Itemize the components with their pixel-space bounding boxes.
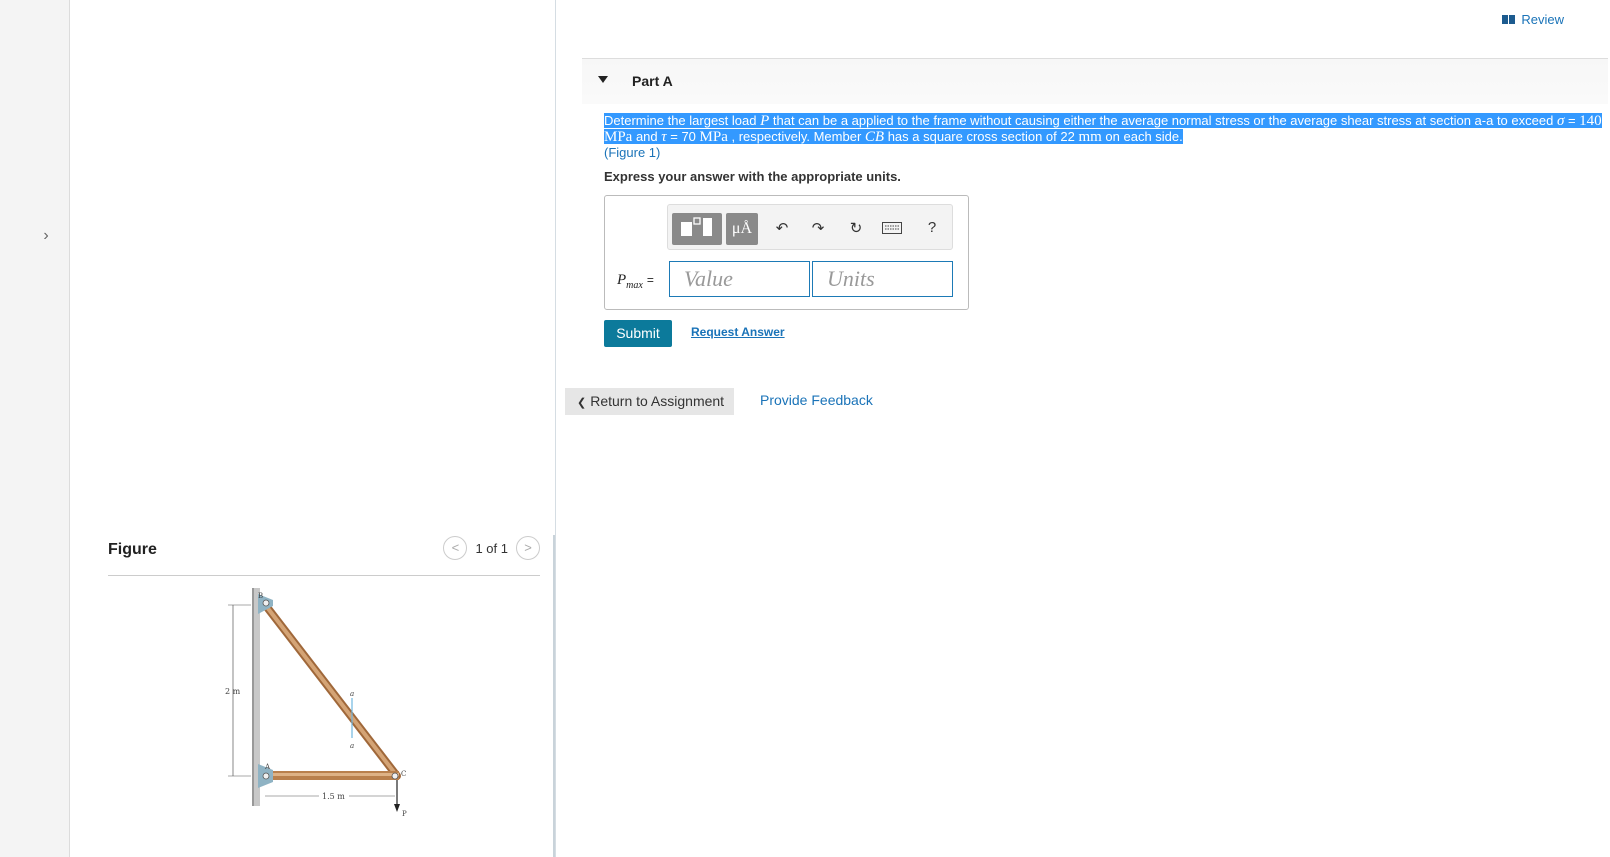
answer-label: Pmax = [617, 272, 654, 291]
review-link[interactable]: Review [1502, 12, 1564, 27]
return-to-assignment-button[interactable]: ❮ Return to Assignment [565, 388, 734, 415]
keyboard-icon[interactable] [882, 221, 902, 238]
undo-icon[interactable]: ↶ [772, 219, 792, 237]
problem-text: Determine the largest load P that can be… [604, 113, 1602, 145]
left-rail: › [0, 0, 70, 857]
figure-header: Figure < 1 of 1 > [108, 536, 540, 576]
chevron-right-icon[interactable]: › [36, 224, 56, 248]
figure-link[interactable]: (Figure 1) [604, 145, 1610, 161]
templates-button[interactable] [672, 213, 722, 245]
answer-box: μÅ ↶ ↷ ↻ ? Pmax = Value Units [604, 195, 969, 310]
reset-icon[interactable]: ↻ [846, 219, 866, 237]
pin-c [391, 772, 399, 780]
svg-text:C: C [401, 770, 406, 778]
figure-title: Figure [108, 541, 157, 558]
caret-down-icon[interactable] [598, 76, 608, 83]
height-label: 2 m [225, 687, 241, 696]
review-label: Review [1521, 12, 1564, 27]
part-header[interactable]: Part A [582, 58, 1608, 104]
figure-count: 1 of 1 [475, 540, 508, 556]
question-panel: Review Part A Determine the largest load… [556, 0, 1610, 857]
width-label: 1.5 m [322, 792, 345, 801]
svg-text:B: B [258, 592, 263, 600]
return-label: Return to Assignment [590, 393, 725, 409]
redo-icon[interactable]: ↷ [808, 219, 828, 237]
figure-prev-button[interactable]: < [443, 536, 468, 560]
templates-icon [681, 217, 712, 236]
svg-text:a: a [350, 690, 354, 698]
instruction-text: Express your answer with the appropriate… [604, 169, 901, 184]
math-toolbar: μÅ ↶ ↷ ↻ ? [667, 204, 953, 250]
units-button[interactable]: μÅ [726, 213, 758, 245]
units-input[interactable]: Units [812, 261, 953, 297]
panel-resize-handle[interactable] [553, 535, 555, 857]
figure-nav: < 1 of 1 > [443, 536, 540, 560]
part-title: Part A [632, 73, 673, 89]
provide-feedback-link[interactable]: Provide Feedback [760, 392, 873, 408]
chevron-left-icon: ❮ [577, 397, 587, 409]
figure-diagram: 2 m a a B A C P 1.5 m [225, 588, 407, 818]
book-icon [1502, 15, 1516, 24]
problem-statement: Determine the largest load P that can be… [604, 113, 1610, 161]
figure-next-button[interactable]: > [516, 536, 540, 560]
svg-text:A: A [264, 763, 271, 771]
svg-text:a: a [350, 742, 354, 750]
submit-button[interactable]: Submit [604, 320, 672, 347]
help-icon[interactable]: ? [922, 219, 942, 236]
value-input[interactable]: Value [669, 261, 810, 297]
svg-text:P: P [402, 810, 407, 818]
request-answer-link[interactable]: Request Answer [691, 325, 785, 339]
